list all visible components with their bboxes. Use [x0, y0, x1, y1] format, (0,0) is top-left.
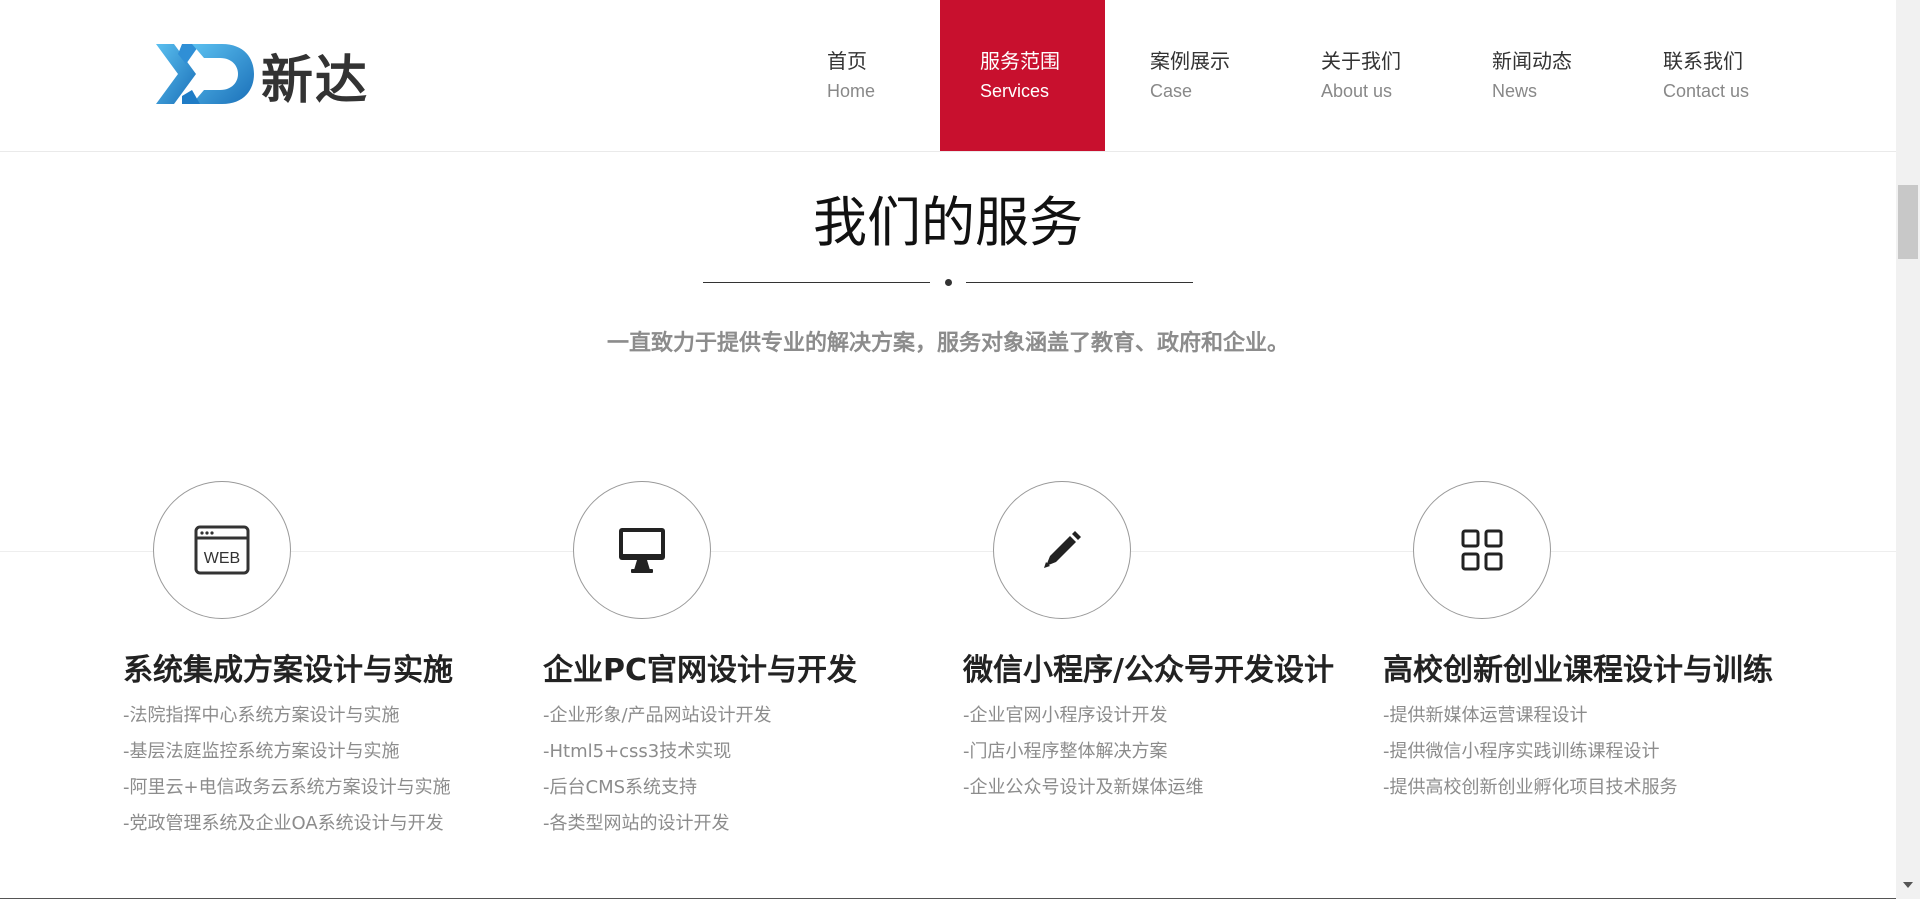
- list-item: -企业形象/产品网站设计开发: [543, 705, 772, 726]
- service-list: -企业形象/产品网站设计开发 -Html5+css3技术实现 -后台CMS系统支…: [543, 698, 772, 842]
- nav-item-sublabel: Home: [827, 80, 876, 101]
- service-icon-circle: [993, 481, 1131, 619]
- list-item: -后台CMS系统支持: [543, 777, 698, 798]
- nav-item-about[interactable]: 关于我们 About us: [1276, 0, 1447, 151]
- nav-item-services[interactable]: 服务范围 Services: [940, 0, 1105, 151]
- service-list: -企业官网小程序设计开发 -门店小程序整体解决方案 -企业公众号设计及新媒体运维: [963, 698, 1204, 806]
- nav-item-sublabel: About us: [1321, 80, 1393, 101]
- pencil-icon: [1044, 531, 1081, 568]
- main-nav: 首页 Home 服务范围 Services 案例展示 Case 关于我们 Abo…: [800, 0, 1808, 151]
- grid-apps-icon: [1461, 529, 1503, 571]
- nav-item-sublabel: Contact us: [1663, 80, 1750, 101]
- scrollbar-thumb[interactable]: [1898, 185, 1918, 259]
- list-item: -Html5+css3技术实现: [543, 741, 732, 762]
- service-list: -法院指挥中心系统方案设计与实施 -基层法庭监控系统方案设计与实施 -阿里云+电…: [123, 698, 451, 842]
- list-item: -企业公众号设计及新媒体运维: [963, 777, 1204, 798]
- site-header: 新达 首页 Home 服务范围 Services 案例展示 Case 关于我们 …: [0, 0, 1896, 152]
- service-icon-circle: [573, 481, 711, 619]
- site-logo[interactable]: 新达: [152, 40, 382, 111]
- scroll-down-arrow-icon[interactable]: [1903, 882, 1913, 888]
- page: 新达 首页 Home 服务范围 Services 案例展示 Case 关于我们 …: [0, 0, 1920, 899]
- nav-item-contact[interactable]: 联系我们 Contact us: [1618, 0, 1808, 151]
- service-icon-circle: WEB: [153, 481, 291, 619]
- list-item: -提供高校创新创业孵化项目技术服务: [1383, 777, 1678, 798]
- nav-item-label: 服务范围: [980, 48, 1060, 73]
- nav-item-sublabel: Services: [980, 80, 1050, 101]
- section-title: 我们的服务: [813, 191, 1083, 254]
- list-item: -各类型网站的设计开发: [543, 813, 730, 834]
- service-title: 微信小程序/公众号开发设计: [963, 653, 1334, 688]
- nav-item-news[interactable]: 新闻动态 News: [1447, 0, 1618, 151]
- list-item: -阿里云+电信政务云系统方案设计与实施: [123, 777, 451, 798]
- web-browser-icon: WEB: [194, 525, 250, 575]
- title-divider: [703, 279, 1193, 286]
- section-subtitle: 一直致力于提供专业的解决方案，服务对象涵盖了教育、政府和企业。: [606, 331, 1289, 356]
- service-title: 企业PC官网设计与开发: [543, 653, 858, 688]
- list-item: -提供新媒体运营课程设计: [1383, 705, 1588, 726]
- service-title: 系统集成方案设计与实施: [123, 653, 453, 688]
- nav-item-case[interactable]: 案例展示 Case: [1105, 0, 1276, 151]
- list-item: -门店小程序整体解决方案: [963, 741, 1168, 762]
- nav-item-label: 关于我们: [1321, 48, 1401, 73]
- nav-item-sublabel: News: [1492, 80, 1538, 101]
- service-icon-circle: [1413, 481, 1551, 619]
- web-icon-label: WEB: [204, 550, 240, 567]
- logo-text: 新达: [261, 50, 370, 111]
- nav-item-home[interactable]: 首页 Home: [800, 0, 940, 151]
- service-title: 高校创新创业课程设计与训练: [1383, 653, 1773, 688]
- nav-item-label: 案例展示: [1150, 48, 1230, 73]
- nav-item-label: 新闻动态: [1492, 48, 1572, 73]
- list-item: -党政管理系统及企业OA系统设计与开发: [123, 813, 444, 834]
- nav-item-label: 首页: [827, 48, 867, 73]
- monitor-icon: [619, 528, 665, 573]
- list-item: -企业官网小程序设计开发: [963, 705, 1168, 726]
- nav-item-sublabel: Case: [1150, 80, 1193, 101]
- list-item: -基层法庭监控系统方案设计与实施: [123, 741, 400, 762]
- list-item: -提供微信小程序实践训练课程设计: [1383, 741, 1660, 762]
- vertical-scrollbar[interactable]: [1896, 0, 1920, 899]
- service-list: -提供新媒体运营课程设计 -提供微信小程序实践训练课程设计 -提供高校创新创业孵…: [1383, 698, 1678, 806]
- logo-mark-icon: [156, 44, 254, 104]
- list-item: -法院指挥中心系统方案设计与实施: [123, 705, 400, 726]
- nav-item-label: 联系我们: [1663, 48, 1743, 73]
